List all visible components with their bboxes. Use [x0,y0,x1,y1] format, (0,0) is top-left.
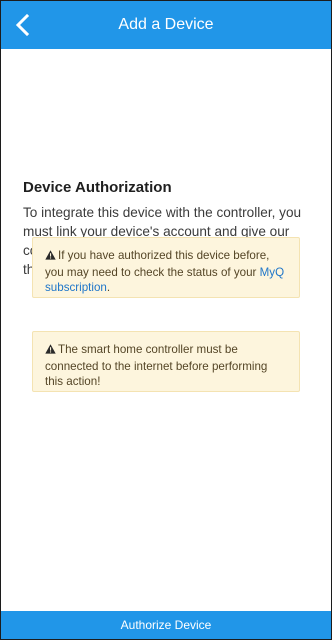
authorize-device-button[interactable]: Authorize Device [1,611,331,639]
alert-text: If you have authorized this device befor… [45,249,270,279]
back-button[interactable] [7,9,39,41]
top-app-bar: Add a Device [1,1,331,49]
subscription-warning-alert: If you have authorized this device befor… [32,237,300,298]
section-heading: Device Authorization [23,179,172,196]
internet-warning-alert: The smart home controller must be connec… [32,331,300,392]
page-title: Add a Device [118,16,214,33]
warning-icon [45,249,56,265]
alert-text-end: . [106,281,111,294]
chevron-left-icon [15,14,30,36]
alert-text: The smart home controller must be connec… [45,343,268,388]
warning-icon [45,343,56,359]
app-frame: Add a Device Device Authorization To int… [0,0,332,640]
authorize-device-label: Authorize Device [120,618,212,632]
